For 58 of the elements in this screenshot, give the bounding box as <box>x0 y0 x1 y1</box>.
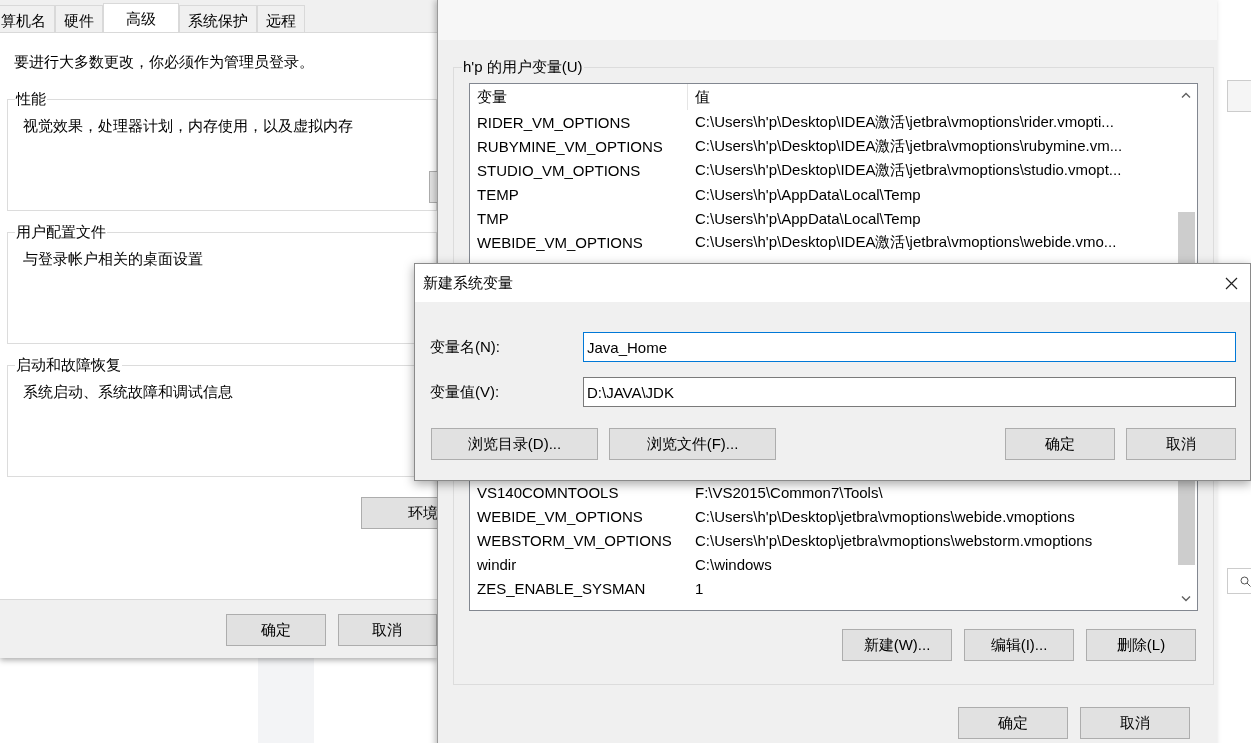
input-field[interactable]: D:\JAVA\JDK <box>583 377 1236 407</box>
variable-name: TEMP <box>476 185 520 203</box>
dialog-button[interactable]: 确定 <box>958 707 1068 739</box>
tab[interactable]: 算机名 <box>0 5 55 32</box>
variable-value: C:\Users\h'p\AppData\Local\Temp <box>694 209 921 227</box>
column-header[interactable]: 变量 <box>470 84 688 110</box>
variable-name: VS140COMNTOOLS <box>476 483 620 501</box>
variable-name: WEBIDE_VM_OPTIONS <box>476 233 644 251</box>
variable-value: C:\Users\h'p\Desktop\IDEA激活\jetbra\vmoptions\rider.vmopti... <box>694 112 1114 132</box>
group-title: h'p 的用户变量(U) <box>462 58 584 77</box>
variable-value: 1 <box>694 579 704 597</box>
variable-name: WEBSTORM_VM_OPTIONS <box>476 531 673 549</box>
admin-notice: 要进行大多数更改，你必须作为管理员登录。 <box>14 53 315 72</box>
dialog-button[interactable]: 取消 <box>337 614 437 646</box>
input-field[interactable]: Java_Home <box>583 332 1236 362</box>
tab[interactable]: 远程 <box>257 5 305 32</box>
variable-name: STUDIO_VM_OPTIONS <box>476 161 642 179</box>
dialog-title: 新建系统变量 <box>423 273 513 293</box>
column-header[interactable]: 值 <box>688 84 710 110</box>
variable-name: windir <box>476 555 518 573</box>
scroll-down-icon[interactable] <box>1181 596 1191 602</box>
list-action-button[interactable]: 编辑(I)... <box>964 629 1074 661</box>
variable-value: C:\Users\h'p\Desktop\jetbra\vmoptions\webide.vmoptions <box>694 507 1075 525</box>
close-icon[interactable] <box>1225 276 1238 290</box>
variable-name: ZES_ENABLE_SYSMAN <box>476 579 647 597</box>
dialog-button[interactable]: 确定 <box>1005 428 1115 460</box>
field-label: 变量名(N): <box>430 337 501 357</box>
list-action-button[interactable]: 新建(W)... <box>842 629 952 661</box>
variable-value: C:\Users\h'p\AppData\Local\Temp <box>694 185 921 203</box>
group-description: 视觉效果，处理器计划，内存使用，以及虚拟内存 <box>23 117 354 136</box>
group-description: 与登录帐户相关的桌面设置 <box>23 250 204 269</box>
variable-name: RUBYMINE_VM_OPTIONS <box>476 137 664 155</box>
browse-button[interactable]: 浏览目录(D)... <box>431 428 598 460</box>
tab[interactable]: 硬件 <box>55 5 103 32</box>
tab[interactable]: 高级 <box>103 3 179 32</box>
dialog-button[interactable]: 确定 <box>226 614 326 646</box>
variable-name: WEBIDE_VM_OPTIONS <box>476 507 644 525</box>
browse-button[interactable]: 浏览文件(F)... <box>609 428 776 460</box>
variable-value: F:\VS2015\Common7\Tools\ <box>694 483 883 501</box>
field-label: 变量值(V): <box>430 382 501 402</box>
scroll-up-icon[interactable] <box>1181 92 1191 98</box>
variable-value: C:\Users\h'p\Desktop\IDEA激活\jetbra\vmoptions\webide.vmo... <box>694 232 1117 252</box>
dialog-button[interactable]: 取消 <box>1126 428 1236 460</box>
variable-value: C:\windows <box>694 555 772 573</box>
variable-value: C:\Users\h'p\Desktop\IDEA激活\jetbra\vmoptions\rubymine.vm... <box>694 136 1123 156</box>
group-title: 用户配置文件 <box>15 223 107 242</box>
list-action-button[interactable]: 删除(L) <box>1086 629 1196 661</box>
dialog-button[interactable]: 取消 <box>1080 707 1190 739</box>
environment-variables-button[interactable]: 环境 <box>361 497 437 529</box>
variable-value: C:\Users\h'p\Desktop\jetbra\vmoptions\webstorm.vmoptions <box>694 531 1093 549</box>
tab[interactable]: 系统保护 <box>179 5 257 32</box>
group-description: 系统启动、系统故障和调试信息 <box>23 383 234 402</box>
group-title: 性能 <box>15 90 47 109</box>
variable-name: TMP <box>476 209 510 227</box>
group-title: 启动和故障恢复 <box>15 356 122 375</box>
variable-name: RIDER_VM_OPTIONS <box>476 113 632 131</box>
variable-value: C:\Users\h'p\Desktop\IDEA激活\jetbra\vmoptions\studio.vmopt... <box>694 160 1122 180</box>
search-icon[interactable] <box>1240 575 1251 587</box>
